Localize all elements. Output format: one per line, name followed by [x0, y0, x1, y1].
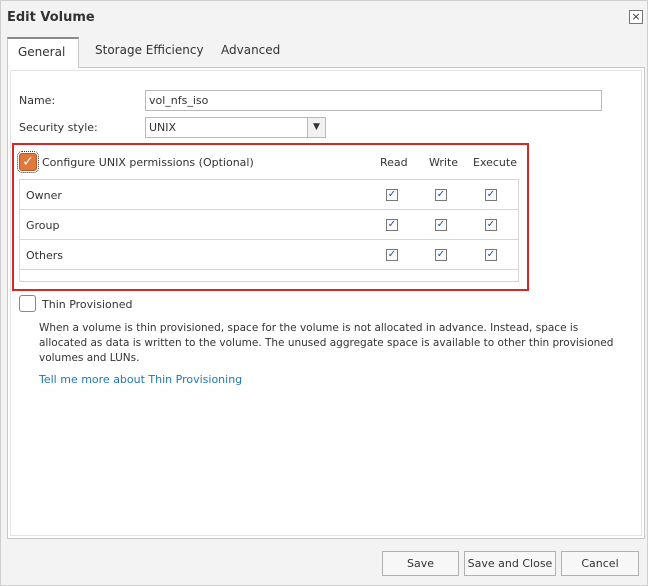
group-write-checkbox[interactable]: ✓	[435, 219, 447, 231]
others-read-checkbox[interactable]: ✓	[386, 249, 398, 261]
owner-execute-checkbox[interactable]: ✓	[485, 189, 497, 201]
security-style-label: Security style:	[19, 121, 98, 134]
save-button[interactable]: Save	[382, 551, 459, 576]
owner-write-checkbox[interactable]: ✓	[435, 189, 447, 201]
configure-unix-permissions-checkbox[interactable]: ✓	[17, 151, 39, 173]
security-style-value: UNIX	[149, 121, 177, 134]
row-label-group: Group	[26, 219, 60, 232]
cancel-button[interactable]: Cancel	[561, 551, 639, 576]
close-icon[interactable]: ×	[629, 10, 643, 24]
table-row-owner: Owner ✓ ✓ ✓	[20, 180, 518, 210]
others-execute-checkbox[interactable]: ✓	[485, 249, 497, 261]
save-and-close-button[interactable]: Save and Close	[464, 551, 556, 576]
tab-advanced[interactable]: Advanced	[211, 37, 290, 67]
table-row-others: Others ✓ ✓ ✓	[20, 240, 518, 270]
owner-read-checkbox[interactable]: ✓	[386, 189, 398, 201]
security-style-select[interactable]: UNIX ▼	[145, 117, 326, 138]
row-label-owner: Owner	[26, 189, 62, 202]
permissions-table: Owner ✓ ✓ ✓ Group ✓ ✓ ✓ Others ✓ ✓ ✓	[19, 179, 519, 282]
edit-volume-dialog: Edit Volume × General Storage Efficiency…	[0, 0, 648, 586]
chevron-down-icon[interactable]: ▼	[307, 118, 325, 137]
group-read-checkbox[interactable]: ✓	[386, 219, 398, 231]
tab-storage-efficiency[interactable]: Storage Efficiency	[85, 37, 214, 67]
name-label: Name:	[19, 94, 56, 107]
configure-unix-permissions-label: Configure UNIX permissions (Optional)	[42, 156, 254, 169]
thin-provisioned-checkbox[interactable]	[19, 295, 36, 312]
row-label-others: Others	[26, 249, 63, 262]
dialog-title: Edit Volume	[7, 10, 95, 25]
column-read: Read	[380, 156, 408, 169]
table-row-group: Group ✓ ✓ ✓	[20, 210, 518, 240]
group-execute-checkbox[interactable]: ✓	[485, 219, 497, 231]
title-bar: Edit Volume ×	[1, 1, 647, 35]
column-write: Write	[429, 156, 459, 169]
tab-bar: General Storage Efficiency Advanced	[7, 37, 645, 68]
tab-general[interactable]: General	[7, 37, 79, 68]
thin-provisioning-description: When a volume is thin provisioned, space…	[39, 322, 614, 364]
name-input[interactable]: vol_nfs_iso	[145, 90, 602, 111]
column-execute: Execute	[473, 156, 517, 169]
thin-provisioned-label: Thin Provisioned	[42, 298, 133, 311]
thin-provisioning-help-link[interactable]: Tell me more about Thin Provisioning	[39, 373, 242, 386]
others-write-checkbox[interactable]: ✓	[435, 249, 447, 261]
